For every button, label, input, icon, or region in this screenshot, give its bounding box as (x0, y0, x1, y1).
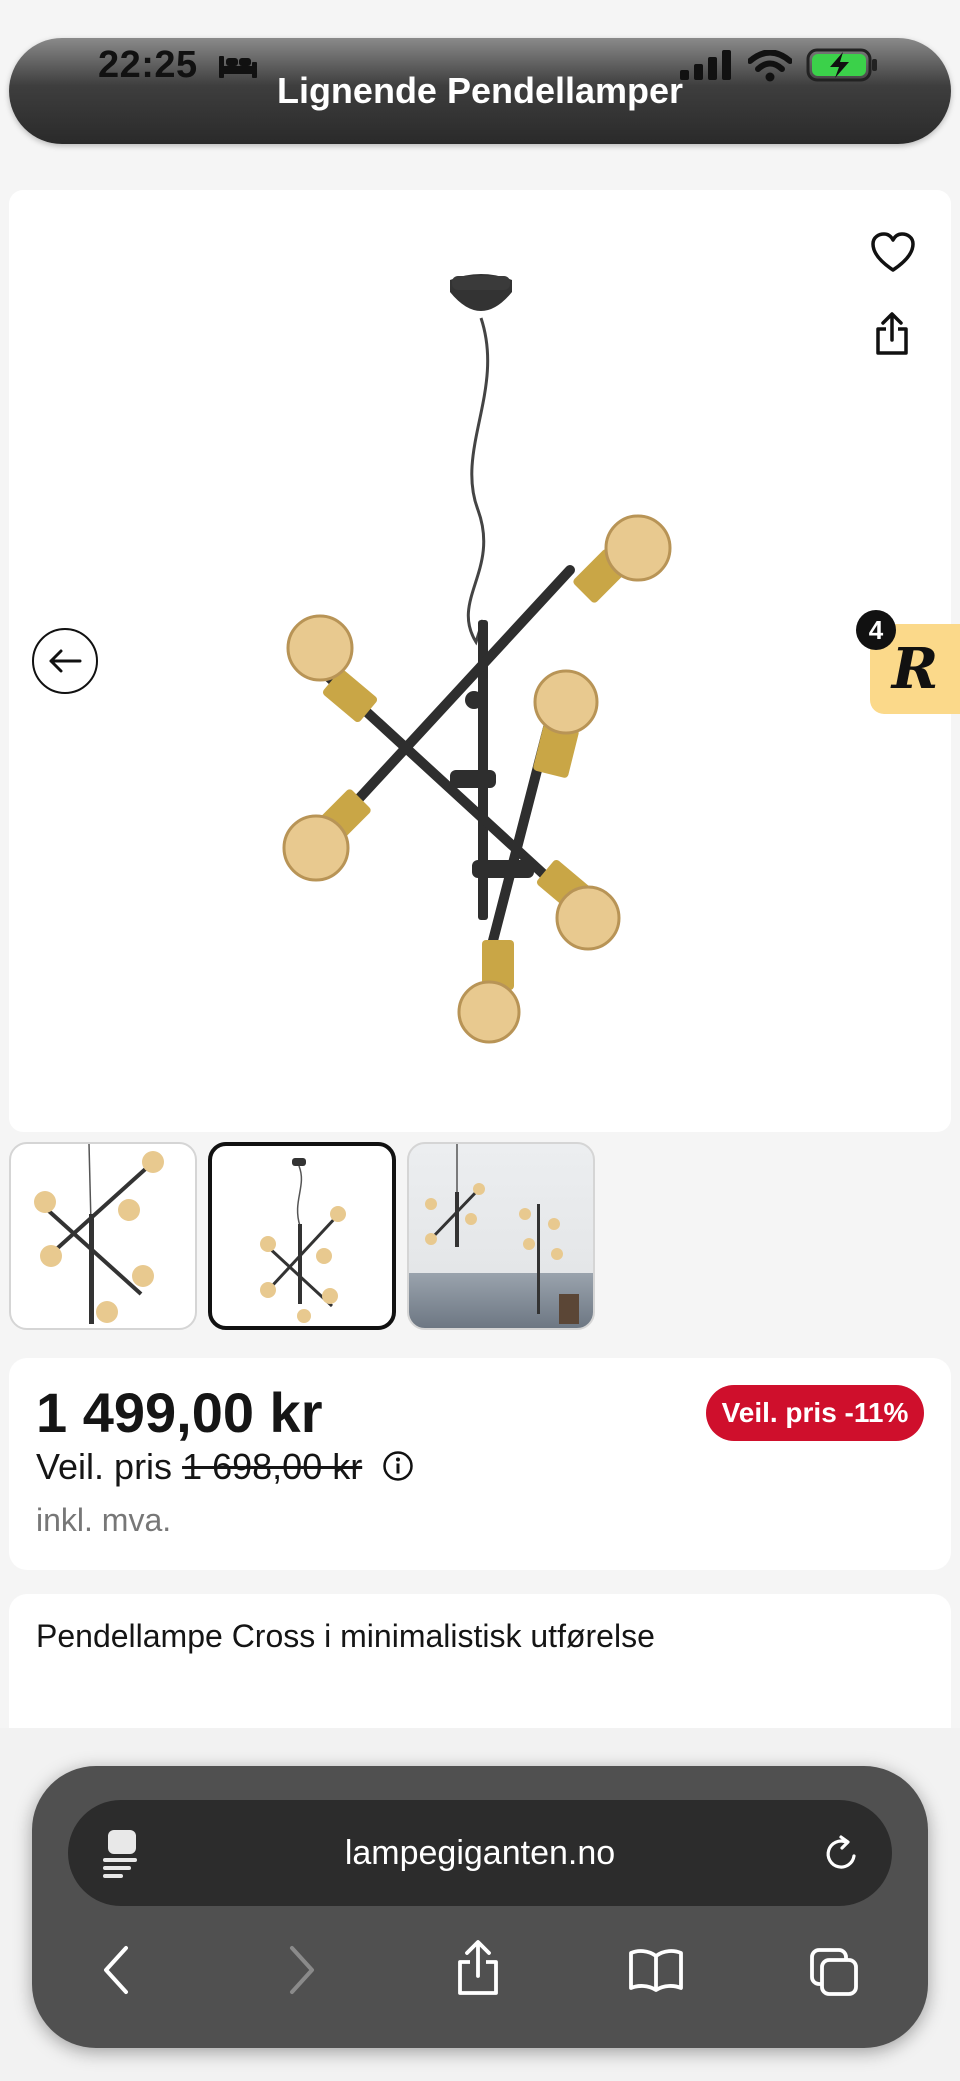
forward-icon[interactable] (284, 1944, 318, 1996)
thumbnail-1[interactable] (9, 1142, 197, 1330)
recommended-price: Veil. pris 1 698,00 kr (36, 1446, 362, 1488)
share-icon[interactable] (875, 312, 909, 356)
thumbnail-3-image (425, 1144, 579, 1324)
signal-icon (680, 50, 731, 80)
share-icon[interactable] (456, 1940, 500, 1996)
discount-badge: Veil. pris -11% (706, 1385, 924, 1441)
current-price: 1 499,00 kr (36, 1381, 323, 1444)
back-icon[interactable] (100, 1944, 134, 1996)
heart-icon[interactable] (870, 232, 916, 274)
recommended-price-label: Veil. pris (36, 1446, 173, 1487)
reload-icon[interactable] (822, 1834, 862, 1874)
info-icon[interactable] (382, 1450, 414, 1482)
recommended-price-value: 1 698,00 kr (182, 1446, 363, 1487)
description-card (9, 1594, 951, 1734)
product-description-title: Pendellampe Cross i minimalistisk utføre… (36, 1618, 655, 1654)
thumbnail-3[interactable] (407, 1142, 595, 1330)
arrow-left-icon (49, 649, 82, 673)
thumbnail-2-image (260, 1158, 346, 1323)
thumbnail-2[interactable] (208, 1142, 396, 1330)
bookmarks-icon[interactable] (628, 1948, 684, 1992)
vat-note: inkl. mva. (36, 1502, 172, 1538)
previous-image-button[interactable] (32, 628, 98, 694)
page-menu-icon[interactable] (100, 1828, 140, 1880)
tabs-icon[interactable] (808, 1946, 860, 1998)
wifi-icon (748, 50, 792, 82)
reward-count-badge: 4 (856, 610, 896, 650)
product-image[interactable] (250, 270, 710, 1060)
thumbnail-1-image (34, 1144, 164, 1324)
address-bar-url[interactable]: lampegiganten.no (68, 1800, 892, 1906)
battery-charging-icon (806, 48, 877, 82)
